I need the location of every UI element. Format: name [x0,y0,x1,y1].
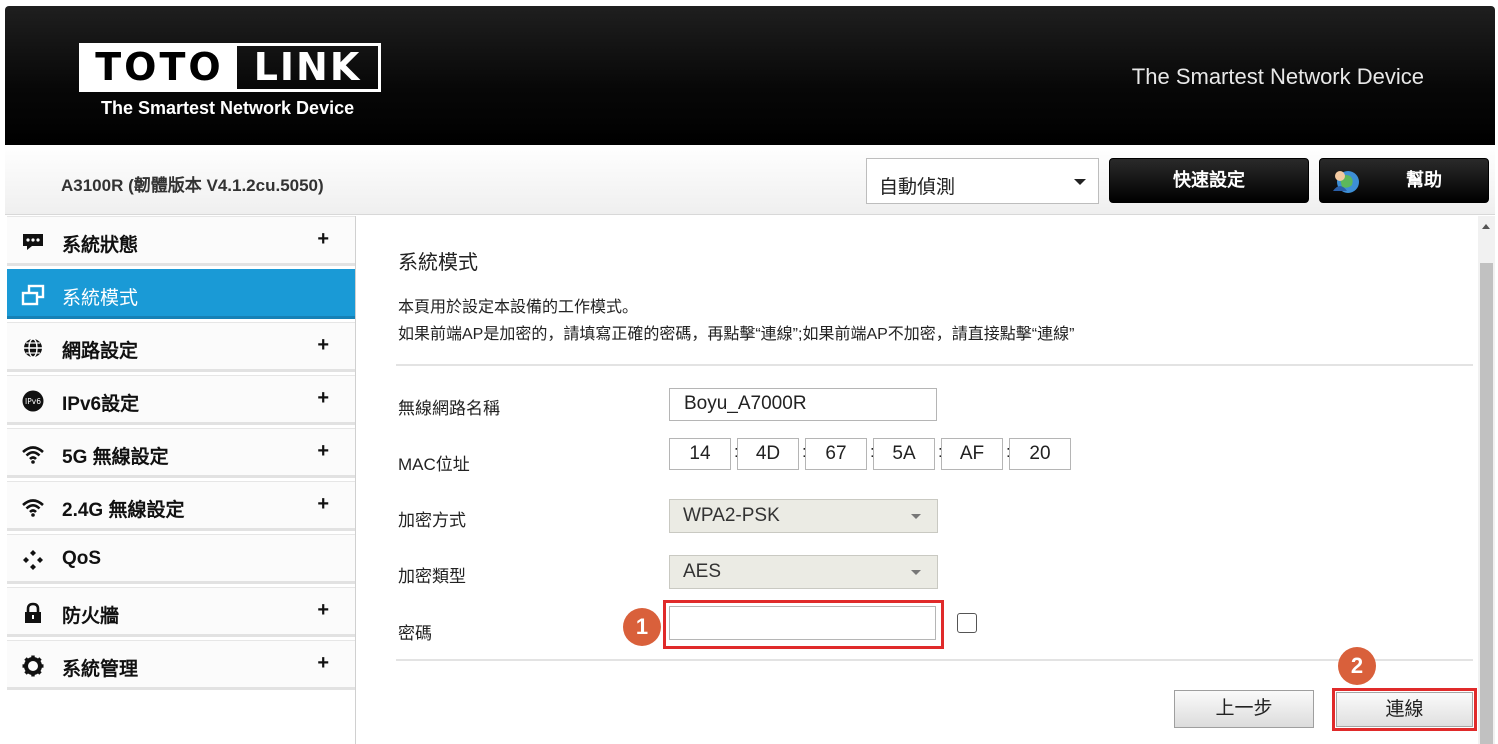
divider [396,364,1473,366]
language-selected-value: 自動偵測 [879,177,956,198]
expand-plus-icon: + [317,652,329,674]
sidebar-item-label: 5G 無線設定 [62,447,169,468]
logo-left-text: TOTO [82,46,237,89]
sidebar-item-label: 系統管理 [62,659,139,680]
sidebar-item-network[interactable]: 網路設定 + [7,322,355,372]
chevron-down-icon [911,514,921,519]
help-button[interactable]: 幫助 [1319,158,1489,203]
sidebar-item-label: 防火牆 [62,606,120,627]
chat-icon [23,234,43,250]
sidebar-item-system-admin[interactable]: 系統管理 + [7,640,355,690]
svg-text:IPv6: IPv6 [25,397,41,406]
mac-octet-6[interactable]: 20 [1009,438,1071,470]
sidebar-item-system-status[interactable]: 系統狀態 + [7,216,355,266]
password-input[interactable] [669,606,936,640]
sidebar-item-label: 網路設定 [62,341,139,362]
step-1-badge: 1 [623,608,661,646]
connect-button[interactable]: 連線 [1336,692,1473,727]
cipher-label: 加密類型 [398,567,466,586]
globe-icon [24,338,42,358]
windows-icon [21,284,45,306]
cipher-value: AES [683,561,722,582]
sidebar-item-firewall[interactable]: 防火牆 + [7,587,355,637]
show-password-checkbox[interactable] [957,613,977,633]
brand-logo: TOTO LINK The Smartest Network Device [79,43,381,119]
expand-plus-icon: + [317,599,329,621]
page-title: 系統模式 [398,252,478,274]
page-instructions: 如果前端AP是加密的，請填寫正確的密碼，再點擊“連線”;如果前端AP不加密，請直… [398,326,1075,343]
gear-icon [22,655,44,677]
wifi-icon [22,446,44,464]
sidebar-item-qos[interactable]: QoS [7,534,355,584]
chevron-down-icon [1074,179,1086,185]
model-firmware-label: A3100R (韌體版本 V4.1.2cu.5050) [61,176,324,195]
sidebar-item-label: QoS [62,548,102,569]
chevron-down-icon [911,570,921,575]
sidebar-item-label: 系統模式 [62,288,139,309]
divider [396,659,1473,661]
sidebar-item-ipv6[interactable]: IPv6 IPv6設定 + [7,375,355,425]
diamonds-icon [23,550,43,570]
sidebar-item-label: IPv6設定 [62,394,140,415]
expand-plus-icon: + [317,228,329,250]
ipv6-icon: IPv6 [22,390,44,412]
step-2-badge: 2 [1338,647,1376,685]
logo-box: TOTO LINK [79,43,381,92]
expand-plus-icon: + [317,493,329,515]
scrollbar-thumb[interactable] [1480,263,1493,744]
ssid-input[interactable]: Boyu_A7000R [669,388,937,421]
help-user-icon [1333,171,1359,193]
toolbar: A3100R (韌體版本 V4.1.2cu.5050) 自動偵測 快速設定 幫助 [5,145,1495,215]
header-slogan: The Smartest Network Device [1131,64,1424,89]
encryption-label: 加密方式 [398,511,466,530]
encryption-value: WPA2-PSK [683,505,780,526]
lock-icon [25,602,41,623]
back-button[interactable]: 上一步 [1174,690,1314,728]
expand-plus-icon: + [317,387,329,409]
page-description: 本頁用於設定本設備的工作模式。 [398,299,639,316]
expand-plus-icon: + [317,334,329,356]
sidebar-item-wireless-24g[interactable]: 2.4G 無線設定 + [7,481,355,531]
mac-label: MAC位址 [398,455,470,474]
sidebar-item-wireless-5g[interactable]: 5G 無線設定 + [7,428,355,478]
ssid-label: 無線網路名稱 [398,399,500,418]
vertical-scrollbar[interactable] [1478,216,1495,744]
sidebar-item-label: 2.4G 無線設定 [62,500,185,521]
quick-setup-button[interactable]: 快速設定 [1109,158,1309,203]
password-label: 密碼 [398,624,432,643]
main-content: 系統模式 本頁用於設定本設備的工作模式。 如果前端AP是加密的，請填寫正確的密碼… [358,216,1478,744]
mac-octet-4[interactable]: 5A [873,438,935,470]
help-label: 幫助 [1406,170,1442,190]
logo-tagline: The Smartest Network Device [101,98,355,118]
sidebar-item-system-mode[interactable]: 系統模式 [7,269,355,319]
scroll-up-arrow-icon[interactable] [1482,224,1490,229]
mac-octet-2[interactable]: 4D [737,438,799,470]
header-banner: TOTO LINK The Smartest Network Device Th… [5,6,1495,145]
mac-octet-5[interactable]: AF [941,438,1003,470]
cipher-select[interactable]: AES [669,555,938,589]
mac-octet-3[interactable]: 67 [805,438,867,470]
router-admin-page: TOTO LINK The Smartest Network Device Th… [5,6,1495,744]
mac-octet-1[interactable]: 14 [669,438,731,470]
sidebar-menu: 系統狀態 + 系統模式 網路設定 + IPv6 IPv6設定 + 5G 無線設定… [5,216,356,744]
logo-right-text: LINK [253,45,362,89]
expand-plus-icon: + [317,440,329,462]
language-select[interactable]: 自動偵測 [866,158,1099,204]
sidebar-item-label: 系統狀態 [62,235,139,256]
encryption-select[interactable]: WPA2-PSK [669,499,938,533]
wifi-icon [22,499,44,517]
